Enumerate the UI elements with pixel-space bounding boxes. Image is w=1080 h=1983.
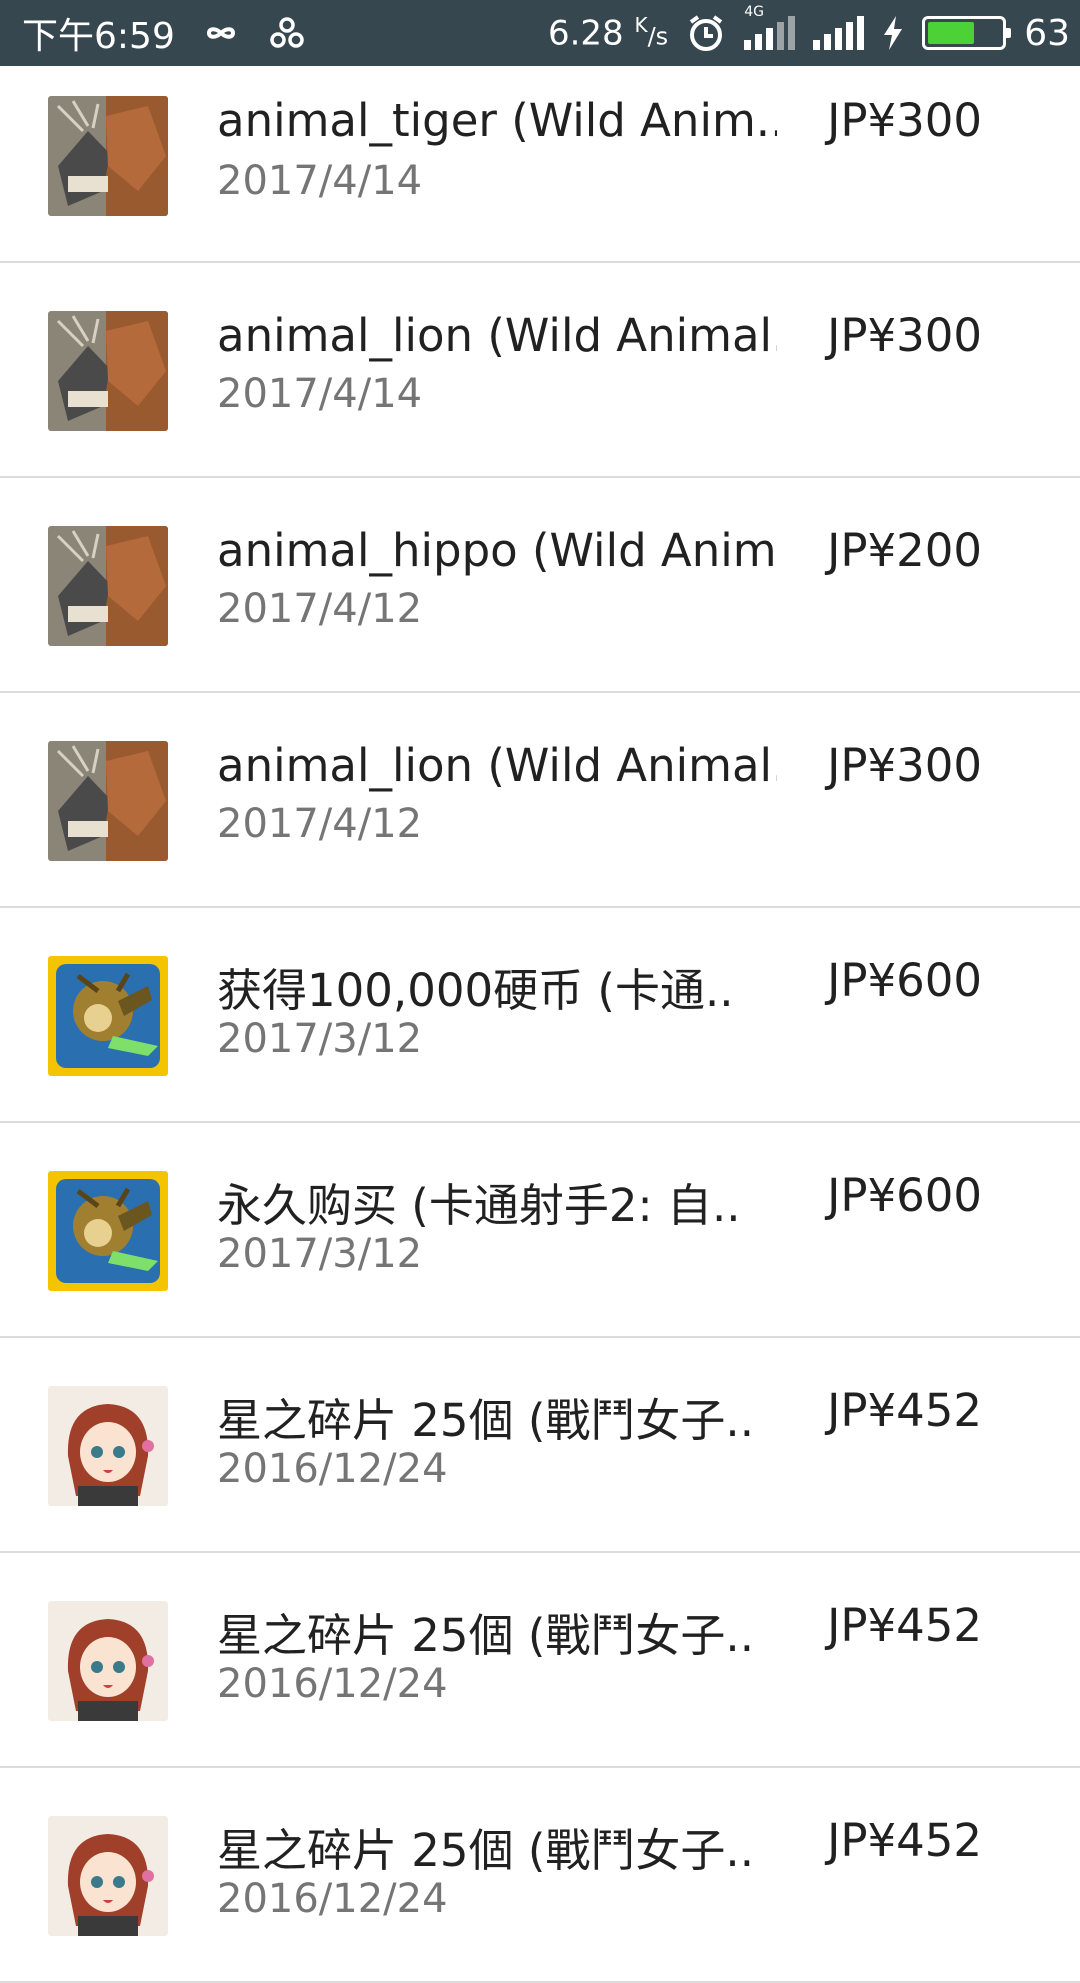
cartoon-shooter-app-icon (48, 1171, 168, 1291)
battery-percentage: 63 (1024, 12, 1070, 54)
purchase-price: JP¥300 (827, 94, 982, 147)
purchase-date: 2017/4/14 (217, 371, 423, 417)
purchase-price: JP¥300 (827, 309, 982, 362)
network-speed: 6.28 K/s (547, 12, 669, 54)
list-item[interactable]: 星之碎片 25個 (戰鬥女子.. 2016/12/24 JP¥452 (0, 1338, 1080, 1553)
status-bar-right: 6.28 K/s 4G 63 (547, 4, 1070, 54)
purchase-date: 2016/12/24 (217, 1661, 448, 1707)
wild-animal-app-icon (48, 526, 168, 646)
purchase-date: 2017/4/14 (217, 158, 423, 204)
list-item[interactable]: 星之碎片 25個 (戰鬥女子.. 2016/12/24 JP¥452 (0, 1553, 1080, 1768)
purchase-price: JP¥600 (827, 954, 982, 1007)
purchase-history-list: animal_tiger (Wild Anim.. 2017/4/14 JP¥3… (0, 68, 1080, 1983)
purchase-date: 2016/12/24 (217, 1446, 448, 1492)
battery-icon (922, 16, 1012, 50)
purchase-price: JP¥452 (827, 1814, 982, 1867)
list-item[interactable]: 获得100,000硬币 (卡通.. 2017/3/12 JP¥600 (0, 908, 1080, 1123)
purchase-date: 2017/3/12 (217, 1016, 423, 1062)
purchase-price: JP¥452 (827, 1384, 982, 1437)
purchase-date: 2016/12/24 (217, 1876, 448, 1922)
purchase-price: JP¥600 (827, 1169, 982, 1222)
cellular-signal-icon (813, 16, 865, 50)
wild-animal-app-icon (48, 96, 168, 216)
alarm-clock-icon (690, 15, 723, 51)
purchase-price: JP¥452 (827, 1599, 982, 1652)
list-item[interactable]: animal_lion (Wild Animal.. 2017/4/14 JP¥… (0, 263, 1080, 478)
purchase-title: animal_lion (Wild Animal.. (217, 309, 777, 362)
list-item[interactable]: animal_lion (Wild Animal.. 2017/4/12 JP¥… (0, 693, 1080, 908)
cartoon-shooter-app-icon (48, 956, 168, 1076)
purchase-date: 2017/4/12 (217, 801, 423, 847)
purchase-date: 2017/4/12 (217, 586, 423, 632)
list-item[interactable]: 永久购买 (卡通射手2: 自.. 2017/3/12 JP¥600 (0, 1123, 1080, 1338)
purchase-price: JP¥300 (827, 739, 982, 792)
purchase-title: animal_tiger (Wild Anim.. (217, 94, 777, 147)
purchase-title: 星之碎片 25個 (戰鬥女子.. (217, 1824, 755, 1877)
status-bar-left: 下午6:59 (22, 7, 307, 59)
purchase-title: 永久购买 (卡通射手2: 自.. (217, 1179, 741, 1232)
list-item[interactable]: 星之碎片 25個 (戰鬥女子.. 2016/12/24 JP¥452 (0, 1768, 1080, 1983)
wild-animal-app-icon (48, 741, 168, 861)
wild-animal-app-icon (48, 311, 168, 431)
battle-girl-app-icon (48, 1386, 168, 1506)
purchase-title: 获得100,000硬币 (卡通.. (217, 964, 734, 1017)
cloud-sync-icon (270, 17, 304, 48)
purchase-date: 2017/3/12 (217, 1231, 423, 1277)
status-time: 下午6:59 (22, 16, 175, 57)
charging-bolt-icon (884, 16, 903, 50)
battle-girl-app-icon (48, 1601, 168, 1721)
list-item[interactable]: animal_tiger (Wild Anim.. 2017/4/14 JP¥3… (0, 68, 1080, 263)
purchase-title: animal_hippo (Wild Anim.. (217, 524, 777, 577)
purchase-title: 星之碎片 25個 (戰鬥女子.. (217, 1609, 755, 1662)
infinity-icon (206, 27, 235, 39)
purchase-title: 星之碎片 25個 (戰鬥女子.. (217, 1394, 755, 1447)
battle-girl-app-icon (48, 1816, 168, 1936)
purchase-title: animal_lion (Wild Animal.. (217, 739, 777, 792)
purchase-price: JP¥200 (827, 524, 982, 577)
list-item[interactable]: animal_hippo (Wild Anim.. 2017/4/12 JP¥2… (0, 478, 1080, 693)
status-bar: 下午6:59 6.28 K/s 4G 63 (0, 0, 1080, 66)
cellular-4g-signal-icon: 4G (744, 4, 796, 50)
